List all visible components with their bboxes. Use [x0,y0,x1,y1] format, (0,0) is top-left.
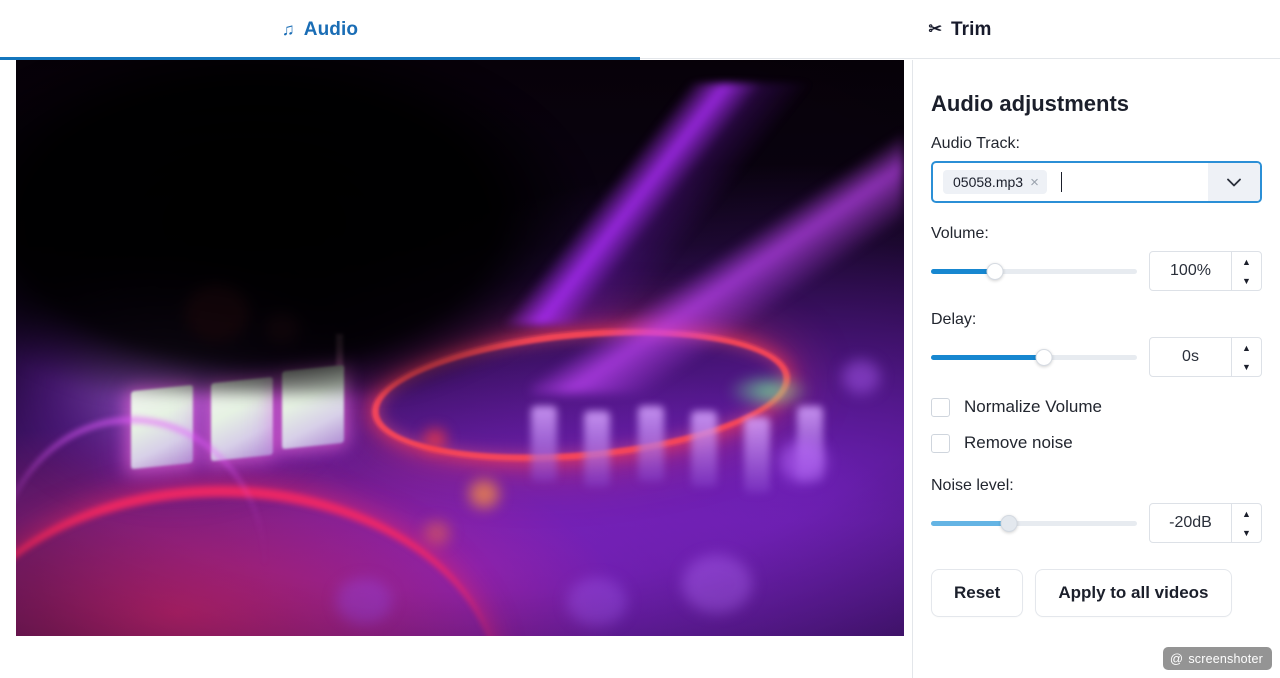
tab-bar: ♫ Audio ✂ Trim [0,0,1280,60]
watermark-label: screenshoter [1188,651,1263,666]
audio-editor-screen: ♫ Audio ✂ Trim Audio adjustments Audio T… [0,0,1280,678]
delay-step-down-icon[interactable]: ▼ [1232,357,1261,376]
remove-noise-checkbox[interactable] [931,433,950,453]
normalize-volume-checkbox-row[interactable]: Normalize Volume [931,397,1262,417]
screenshoter-watermark: @ screenshoter [1162,647,1272,670]
music-note-icon: ♫ [281,20,295,39]
delay-slider[interactable] [931,346,1137,368]
audio-adjustments-panel: Audio adjustments Audio Track: 05058.mp3… [912,60,1280,678]
normalize-volume-checkbox[interactable] [931,397,950,417]
audio-track-chip: 05058.mp3 × [943,170,1047,194]
tab-audio-label: Audio [303,18,359,40]
volume-numberbox[interactable]: 100% ▲ ▼ [1149,251,1262,291]
noise-level-label: Noise level: [931,477,1014,494]
delay-stepper[interactable]: ▲ ▼ [1231,338,1261,376]
delay-step-up-icon[interactable]: ▲ [1232,338,1261,357]
text-cursor [1060,172,1062,192]
tab-audio[interactable]: ♫ Audio [0,0,640,60]
volume-stepper[interactable]: ▲ ▼ [1231,252,1261,290]
noise-level-step-up-icon[interactable]: ▲ [1232,504,1261,523]
volume-value: 100% [1170,262,1211,279]
video-preview[interactable] [16,60,904,636]
chevron-down-icon[interactable] [1208,163,1260,201]
close-icon[interactable]: × [1030,175,1039,190]
audio-track-select[interactable]: 05058.mp3 × [931,161,1262,203]
audio-track-input[interactable]: 05058.mp3 × [933,163,1208,201]
tab-trim[interactable]: ✂ Trim [640,0,1280,59]
volume-step-down-icon[interactable]: ▼ [1232,271,1261,290]
delay-value: 0s [1182,348,1199,365]
remove-noise-label: Remove noise [964,433,1073,452]
remove-noise-checkbox-row[interactable]: Remove noise [931,433,1262,453]
noise-level-value: -20dB [1169,514,1212,531]
noise-level-row: -20dB ▲ ▼ [931,503,1262,543]
tab-trim-label: Trim [950,18,992,40]
audio-track-label: Audio Track: [931,135,1020,152]
delay-numberbox[interactable]: 0s ▲ ▼ [1149,337,1262,377]
panel-title: Audio adjustments [931,91,1130,116]
panel-actions: Reset Apply to all videos [931,569,1262,617]
scissors-icon: ✂ [928,20,942,38]
volume-label: Volume: [931,225,989,242]
volume-step-up-icon[interactable]: ▲ [1232,252,1261,271]
delay-row: 0s ▲ ▼ [931,337,1262,377]
noise-level-stepper[interactable]: ▲ ▼ [1231,504,1261,542]
volume-row: 100% ▲ ▼ [931,251,1262,291]
apply-to-all-videos-button[interactable]: Apply to all videos [1035,569,1232,617]
delay-label: Delay: [931,311,977,328]
noise-level-slider[interactable] [931,512,1137,534]
at-icon: @ [1169,651,1184,666]
preview-image [16,60,904,636]
noise-level-numberbox[interactable]: -20dB ▲ ▼ [1149,503,1262,543]
noise-level-step-down-icon[interactable]: ▼ [1232,523,1261,542]
audio-track-chip-label: 05058.mp3 [953,174,1024,190]
reset-button[interactable]: Reset [931,569,1024,617]
volume-slider[interactable] [931,260,1137,282]
normalize-volume-label: Normalize Volume [964,397,1102,416]
